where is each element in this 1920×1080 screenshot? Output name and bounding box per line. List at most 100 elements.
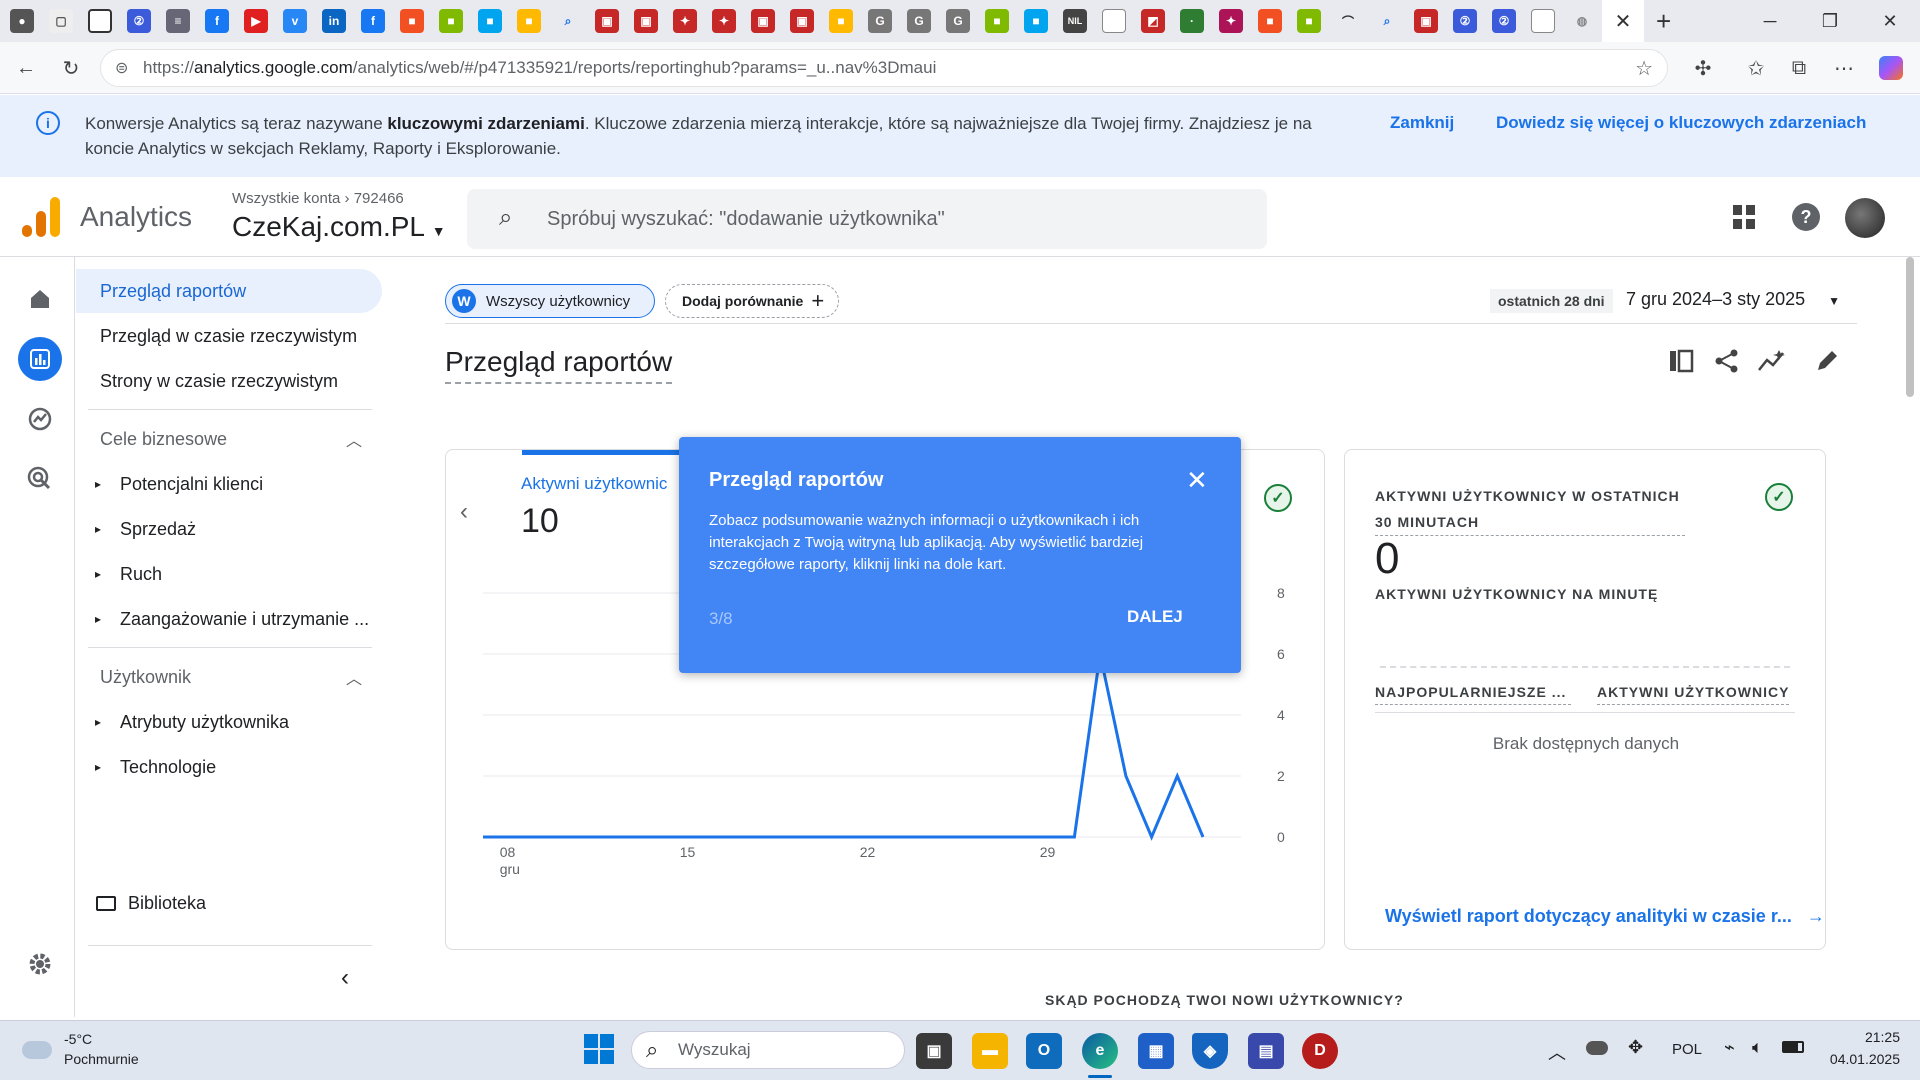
nav-item-technology[interactable]: ▸ Technologie [76,745,382,789]
globe-icon[interactable]: ◍ [1570,9,1594,33]
nav-item-traffic[interactable]: ▸ Ruch [76,552,382,596]
chevron-up-icon[interactable]: ︿ [346,427,362,451]
segment-chip[interactable]: W Wszyscy użytkownicy [445,284,655,318]
insights-icon[interactable] [1757,348,1787,379]
reload-icon[interactable]: ↻ [55,52,87,84]
chevron-up-icon[interactable]: ︿ [1548,1039,1566,1065]
windows-icon[interactable]: ■ [400,9,424,33]
edge-icon[interactable]: e [1082,1033,1118,1069]
tab-favicon[interactable]: ≡ [166,9,190,33]
section-business-goals[interactable]: Cele biznesowe [100,429,227,450]
next-button[interactable]: DALEJ [1127,607,1183,627]
tab-favicon[interactable]: NIL [1063,9,1087,33]
customize-report-icon[interactable] [1668,348,1694,379]
tab-favicon[interactable]: ✦ [1219,9,1243,33]
scrollbar[interactable] [1906,257,1914,397]
nav-item-reports-overview[interactable]: Przegląd raportów [76,269,382,313]
nav-item-engagement[interactable]: ▸ Zaangażowanie i utrzymanie ... [76,597,382,641]
windows-icon[interactable]: ■ [517,9,541,33]
address-bar[interactable]: ⊜ https://analytics.google.com/analytics… [100,49,1668,87]
tab-favicon[interactable]: ▣ [634,9,658,33]
task-view-icon[interactable]: ▣ [916,1033,952,1069]
tab-favicon[interactable]: ② [1492,9,1516,33]
file-explorer-icon[interactable]: ▬ [972,1033,1008,1069]
favorites-icon[interactable]: ✩ [1740,52,1772,84]
tab-favicon[interactable]: · [1180,9,1204,33]
maximize-button[interactable]: ❐ [1800,0,1860,42]
linkedin-icon[interactable]: in [322,9,346,33]
search-input[interactable]: ⌕ Spróbuj wyszukać: "dodawanie użytkowni… [467,189,1267,249]
extensions-icon[interactable]: ✣ [1687,52,1719,84]
banner-learn-more-link[interactable]: Dowiedz się więcej o kluczowych zdarzeni… [1496,113,1866,133]
edit-pencil-icon[interactable] [1814,348,1840,379]
clock-date[interactable]: 04.01.2025 [1820,1051,1900,1067]
tab-favicon[interactable]: ⌒ [1336,9,1360,33]
weather-temp[interactable]: -5°C [64,1031,92,1047]
windows-icon[interactable]: ■ [985,9,1009,33]
more-menu-icon[interactable]: ⋯ [1828,52,1860,84]
new-tab-button[interactable]: + [1656,6,1671,37]
windows-icon[interactable]: ■ [829,9,853,33]
tab-favicon[interactable]: ◩ [1141,9,1165,33]
language-indicator[interactable]: POL [1672,1041,1702,1058]
facebook-icon[interactable]: f [205,9,229,33]
tab-favicon[interactable]: ✦ [673,9,697,33]
windows-icon[interactable]: ■ [439,9,463,33]
facebook-icon[interactable]: f [361,9,385,33]
analytics-logo-icon[interactable] [22,197,60,237]
add-comparison-button[interactable]: Dodaj porównanie + [665,284,839,318]
nav-item-realtime-pages[interactable]: Strony w czasie rzeczywistym [76,359,382,403]
reports-icon[interactable] [18,337,62,381]
section-user[interactable]: Użytkownik [100,667,191,688]
nav-item-library[interactable]: Biblioteka [96,893,206,914]
banner-close-link[interactable]: Zamknij [1390,113,1454,133]
minimize-button[interactable]: ─ [1740,0,1800,42]
dropbox-icon[interactable]: ✥ [1628,1037,1643,1058]
page-title[interactable]: Przegląd raportów [445,346,673,384]
nav-item-realtime-overview[interactable]: Przegląd w czasie rzeczywistym [76,314,382,358]
app-d-icon[interactable]: D [1302,1033,1338,1069]
clock-time[interactable]: 21:25 [1820,1029,1900,1045]
taskbar-search[interactable]: ⌕ Wyszukaj [631,1031,905,1069]
weather-desc[interactable]: Pochmurnie [64,1051,139,1067]
advertising-icon[interactable] [18,457,62,501]
page-icon[interactable] [1531,9,1555,33]
property-selector[interactable]: CzeKaj.com.PL ▼ [232,211,446,243]
defender-icon[interactable]: ◈ [1192,1033,1228,1069]
collections-icon[interactable]: ⧉ [1783,52,1815,84]
avatar[interactable] [1845,198,1885,238]
date-range-picker[interactable]: 7 gru 2024–3 sty 2025 ▼ [1626,289,1840,310]
outlook-icon[interactable]: O [1026,1033,1062,1069]
back-icon[interactable]: ← [10,52,42,84]
network-icon[interactable]: ⌁ [1724,1037,1735,1058]
home-icon[interactable] [18,277,62,321]
breadcrumb[interactable]: Wszystkie konta › 792466 [232,190,404,207]
volume-icon[interactable]: 🔈︎ [1752,1037,1763,1058]
start-windows-icon[interactable] [584,1034,614,1064]
nav-item-leads[interactable]: ▸ Potencjalni klienci [76,462,382,506]
battery-icon[interactable] [1782,1041,1804,1053]
tab-favicon[interactable]: G [868,9,892,33]
tab-favicon[interactable]: ② [1453,9,1477,33]
tab-favicon[interactable]: ▣ [790,9,814,33]
cloud-icon[interactable] [22,1041,52,1059]
help-icon[interactable]: ? [1792,203,1820,231]
explore-icon[interactable] [18,397,62,441]
favorite-star-icon[interactable]: ☆ [1635,56,1653,81]
chevron-up-icon[interactable]: ︿ [346,665,362,689]
tab-favicon[interactable]: G [946,9,970,33]
tab-favicon[interactable]: ▣ [751,9,775,33]
tab-favicon[interactable]: ▣ [595,9,619,33]
close-window-button[interactable]: ✕ [1860,0,1920,42]
nav-item-user-attributes[interactable]: ▸ Atrybuty użytkownika [76,700,382,744]
tab-actions-icon[interactable] [88,9,112,33]
close-icon[interactable]: ✕ [1186,465,1208,496]
apps-grid-icon[interactable] [1733,205,1757,229]
search-tab-icon[interactable]: ⌕ [556,9,580,33]
profile-icon[interactable]: ● [10,9,34,33]
copilot-icon[interactable] [1875,52,1907,84]
windows-icon[interactable]: ■ [1297,9,1321,33]
tab-favicon[interactable]: ▣ [1414,9,1438,33]
site-info-icon[interactable]: ⊜ [115,58,128,78]
collapse-nav-icon[interactable]: ‹ [341,964,349,992]
